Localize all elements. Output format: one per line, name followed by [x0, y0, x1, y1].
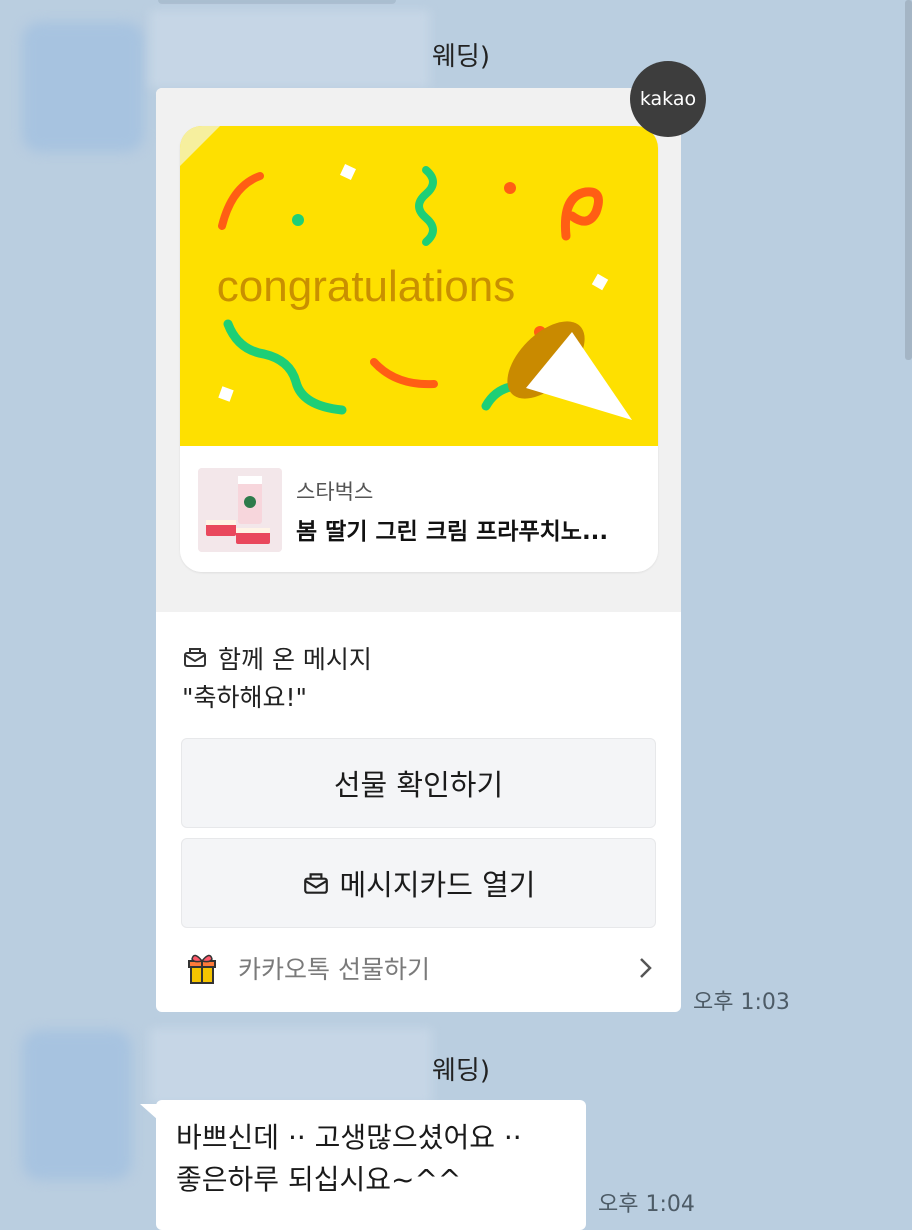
sender-name: 웨딩) [432, 42, 490, 72]
message-title: 함께 온 메시지 [218, 645, 372, 674]
chevron-right-icon[interactable] [638, 956, 654, 980]
envelope-icon [303, 873, 328, 894]
sender-name-blurred [150, 1028, 432, 1104]
text-message-bubble[interactable]: 바쁘신데 ·· 고생많으셨어요 ·· 좋은하루 되십시요~^^ [156, 1100, 586, 1230]
gift-box-icon [188, 954, 216, 984]
message-text-line: 좋은하루 되십시요~^^ [176, 1163, 462, 1196]
kakao-gift-link[interactable]: 카카오톡 선물하기 [238, 950, 430, 986]
scrollbar[interactable] [905, 0, 912, 360]
gift-product[interactable]: 스타벅스 봄 딸기 그린 크림 프라푸치노... [180, 446, 658, 572]
gift-card-header: congratulations 스타벅스 봄 딸기 그린 크림 프라푸치노... [156, 88, 681, 612]
gift-preview[interactable]: congratulations 스타벅스 봄 딸기 그린 크림 프라푸치노... [180, 126, 658, 572]
art-text: congratulations [217, 262, 515, 311]
previous-message-bubble [158, 0, 396, 4]
message-time: 오후 1:03 [693, 990, 790, 1015]
confirm-gift-label: 선물 확인하기 [333, 768, 504, 802]
message-text-line: 바쁘신데 ·· 고생많으셨어요 ·· [176, 1121, 522, 1154]
sender-name-blurred [150, 10, 430, 88]
open-message-card-label: 메시지카드 열기 [339, 868, 536, 902]
kakao-badge: kakao [630, 61, 706, 137]
message-time: 오후 1:04 [598, 1192, 695, 1217]
product-brand: 스타벅스 [296, 480, 374, 504]
open-message-card-button[interactable]: 메시지카드 열기 [181, 838, 656, 928]
gift-card[interactable]: congratulations 스타벅스 봄 딸기 그린 크림 프라푸치노...… [156, 88, 681, 1012]
product-image [198, 468, 282, 552]
avatar[interactable] [22, 22, 144, 152]
message-body: "축하해요!" [182, 683, 308, 712]
product-name: 봄 딸기 그린 크림 프라푸치노... [296, 519, 609, 545]
avatar[interactable] [22, 1030, 132, 1180]
sender-name: 웨딩) [432, 1056, 490, 1086]
confirm-gift-button[interactable]: 선물 확인하기 [181, 738, 656, 828]
congratulations-art: congratulations [180, 126, 658, 446]
envelope-icon [184, 648, 206, 667]
